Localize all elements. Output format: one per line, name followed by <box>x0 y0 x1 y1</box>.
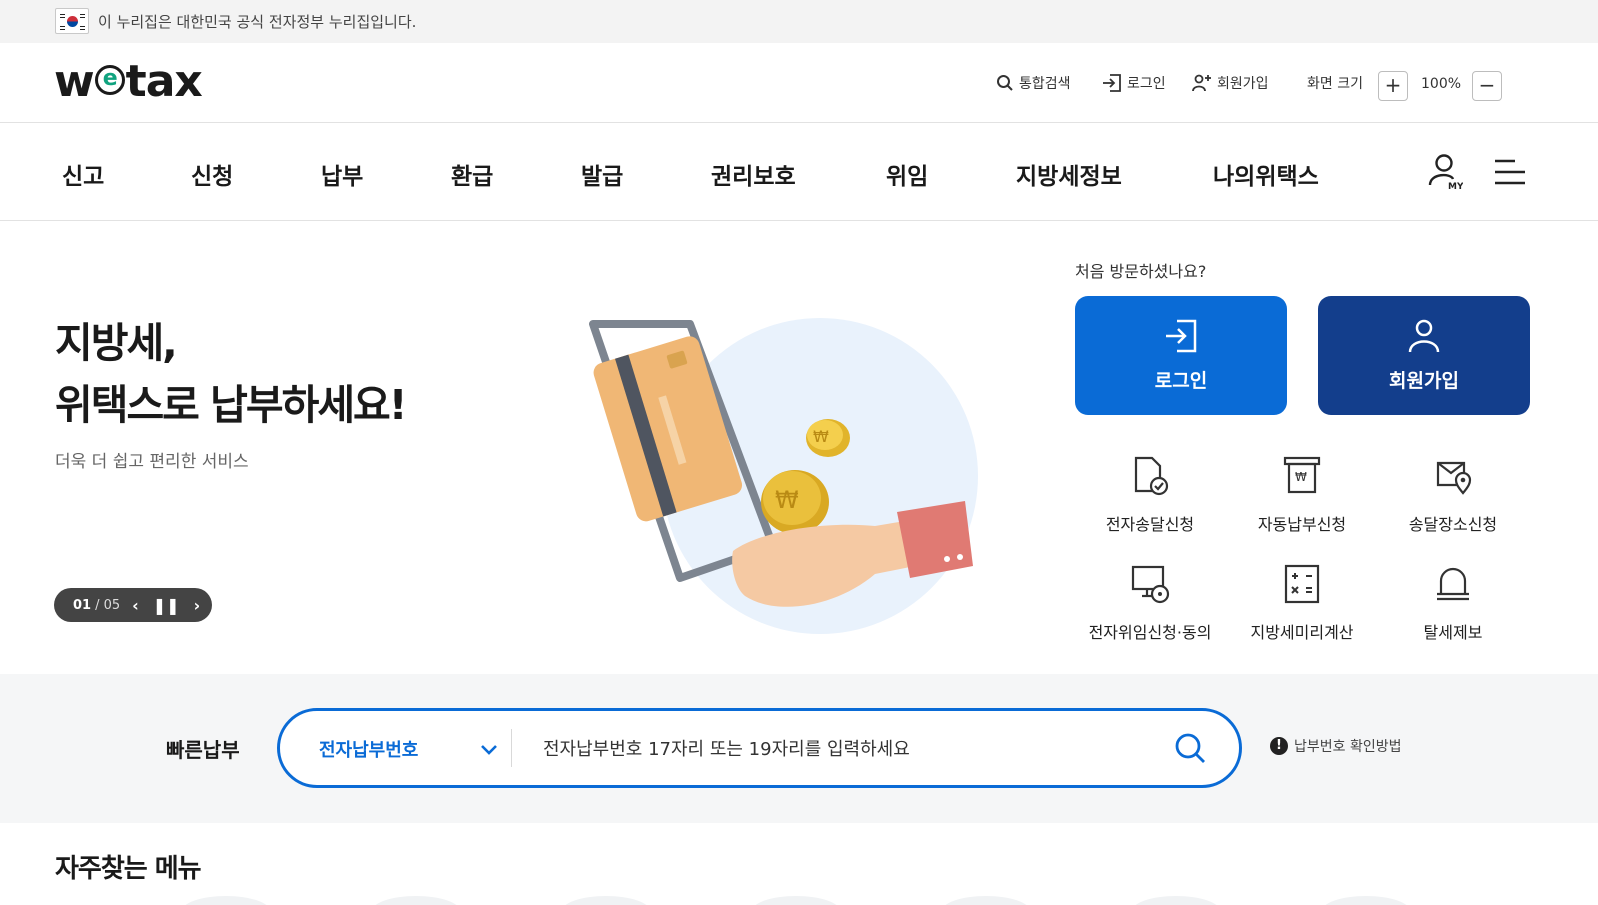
header-signup-link[interactable]: 회원가입 <box>1192 73 1269 93</box>
quick-tax-evasion-report[interactable]: 탈세제보 <box>1378 563 1528 643</box>
wetax-logo[interactable]: w e tax <box>54 60 203 104</box>
hero-signup-label: 회원가입 <box>1389 370 1459 392</box>
slide-current: 01 <box>73 597 92 613</box>
header-signup-label: 회원가입 <box>1217 76 1269 92</box>
exclamation-icon: ! <box>1270 737 1288 755</box>
search-icon[interactable] <box>1171 729 1211 769</box>
frequent-menu-item-peek <box>1322 896 1410 905</box>
nav-item-my-wetax[interactable]: 나의위택스 <box>1213 157 1319 191</box>
zoom-out-button[interactable]: − <box>1472 71 1502 101</box>
zoom-in-button[interactable]: + <box>1378 71 1408 101</box>
nav-item-payment[interactable]: 납부 <box>321 157 363 191</box>
first-visit-question: 처음 방문하셨나요? <box>1075 262 1207 281</box>
integrated-search-link[interactable]: 통합검색 <box>996 73 1071 93</box>
chevron-down-icon[interactable] <box>479 735 499 765</box>
next-slide-icon[interactable]: › <box>194 596 201 615</box>
svg-text:₩: ₩ <box>813 427 829 446</box>
zoom-value: 100% <box>1421 76 1462 92</box>
svg-text:MY: MY <box>1448 182 1463 191</box>
nav-item-rights[interactable]: 권리보호 <box>711 157 796 191</box>
payment-number-type-select[interactable]: 전자납부번호 <box>319 736 418 762</box>
integrated-search-label: 통합검색 <box>1019 76 1071 92</box>
alarm-bell-icon <box>1437 567 1469 601</box>
slide-controller: 01 / 05 ‹ ❚❚ › <box>54 588 212 622</box>
quick-pay-label: 빠른납부 <box>166 738 240 762</box>
prev-slide-icon[interactable]: ‹ <box>132 596 139 615</box>
frequent-menu-title: 자주찾는 메뉴 <box>55 854 202 884</box>
select-divider <box>511 729 512 767</box>
nav-item-refund[interactable]: 환급 <box>451 157 493 191</box>
payment-number-help-link[interactable]: ! 납부번호 확인방법 <box>1270 736 1402 756</box>
header-login-link[interactable]: 로그인 <box>1102 73 1166 93</box>
frequent-menu-item-peek <box>752 896 840 905</box>
auto-pay-icon: ₩ <box>1283 456 1321 494</box>
frequent-menu-item-peek <box>182 896 270 905</box>
nav-item-issuance[interactable]: 발급 <box>581 157 623 191</box>
user-icon <box>1408 319 1440 353</box>
slide-total: / 05 <box>95 597 121 613</box>
location-envelope-icon <box>1436 461 1472 495</box>
hero-headline: 지방세, 위택스로 납부하세요! <box>55 319 407 429</box>
payment-number-input[interactable] <box>543 731 1123 767</box>
hamburger-menu-icon[interactable] <box>1495 159 1525 185</box>
quick-pay-section: 빠른납부 전자납부번호 ! 납부번호 확인방법 <box>0 674 1598 823</box>
login-icon <box>1166 319 1197 353</box>
calculator-icon <box>1284 564 1320 604</box>
add-user-icon <box>1192 74 1211 92</box>
payment-illustration: ₩ ₩ <box>589 318 978 634</box>
frequent-menu-item-peek <box>942 896 1030 905</box>
quick-auto-payment[interactable]: ₩ 자동납부신청 <box>1227 455 1377 535</box>
frequent-menu-item-peek <box>372 896 460 905</box>
quick-pay-search-box: 전자납부번호 <box>277 708 1242 788</box>
monitor-lock-icon <box>1131 565 1170 604</box>
korea-flag-icon <box>55 8 89 34</box>
hero-subtitle: 더욱 더 쉽고 편리한 서비스 <box>55 452 249 472</box>
quick-tax-calculator[interactable]: 지방세미리계산 <box>1227 563 1377 643</box>
frequent-menu-item-peek <box>1132 896 1220 905</box>
document-check-icon <box>1134 456 1169 496</box>
gov-banner: 이 누리집은 대한민국 공식 전자정부 누리집입니다. <box>0 0 1598 43</box>
nav-item-local-tax-info[interactable]: 지방세정보 <box>1016 157 1122 191</box>
quick-electronic-delegation[interactable]: 전자위임신청·동의 <box>1075 563 1225 643</box>
nav-item-delegation[interactable]: 위임 <box>886 157 928 191</box>
svg-text:₩: ₩ <box>775 486 799 514</box>
user-my-icon[interactable]: MY <box>1427 153 1463 191</box>
site-header: w e tax 통합검색 로그인 회원가입 화면 크기 + 100% − <box>0 43 1598 123</box>
frequent-menu-item-peek <box>562 896 650 905</box>
svg-text:₩: ₩ <box>1295 470 1307 484</box>
nav-item-apply[interactable]: 신청 <box>191 157 233 191</box>
quick-electronic-delivery[interactable]: 전자송달신청 <box>1075 455 1225 535</box>
nav-item-report[interactable]: 신고 <box>62 157 104 191</box>
search-icon <box>997 75 1013 91</box>
main-nav: 신고 신청 납부 환급 발급 권리보호 위임 지방세정보 나의위택스 MY <box>0 123 1598 221</box>
hero-login-label: 로그인 <box>1154 370 1208 392</box>
gov-banner-text: 이 누리집은 대한민국 공식 전자정부 누리집입니다. <box>98 13 417 31</box>
login-icon <box>1103 74 1121 92</box>
payment-number-help-label: 납부번호 확인방법 <box>1294 739 1402 755</box>
hero-login-button[interactable]: 로그인 <box>1075 296 1287 415</box>
header-login-label: 로그인 <box>1127 76 1166 92</box>
pause-icon[interactable]: ❚❚ <box>153 596 180 615</box>
zoom-label: 화면 크기 <box>1307 76 1363 92</box>
quick-delivery-address[interactable]: 송달장소신청 <box>1378 455 1528 535</box>
hero-signup-button[interactable]: 회원가입 <box>1318 296 1530 415</box>
